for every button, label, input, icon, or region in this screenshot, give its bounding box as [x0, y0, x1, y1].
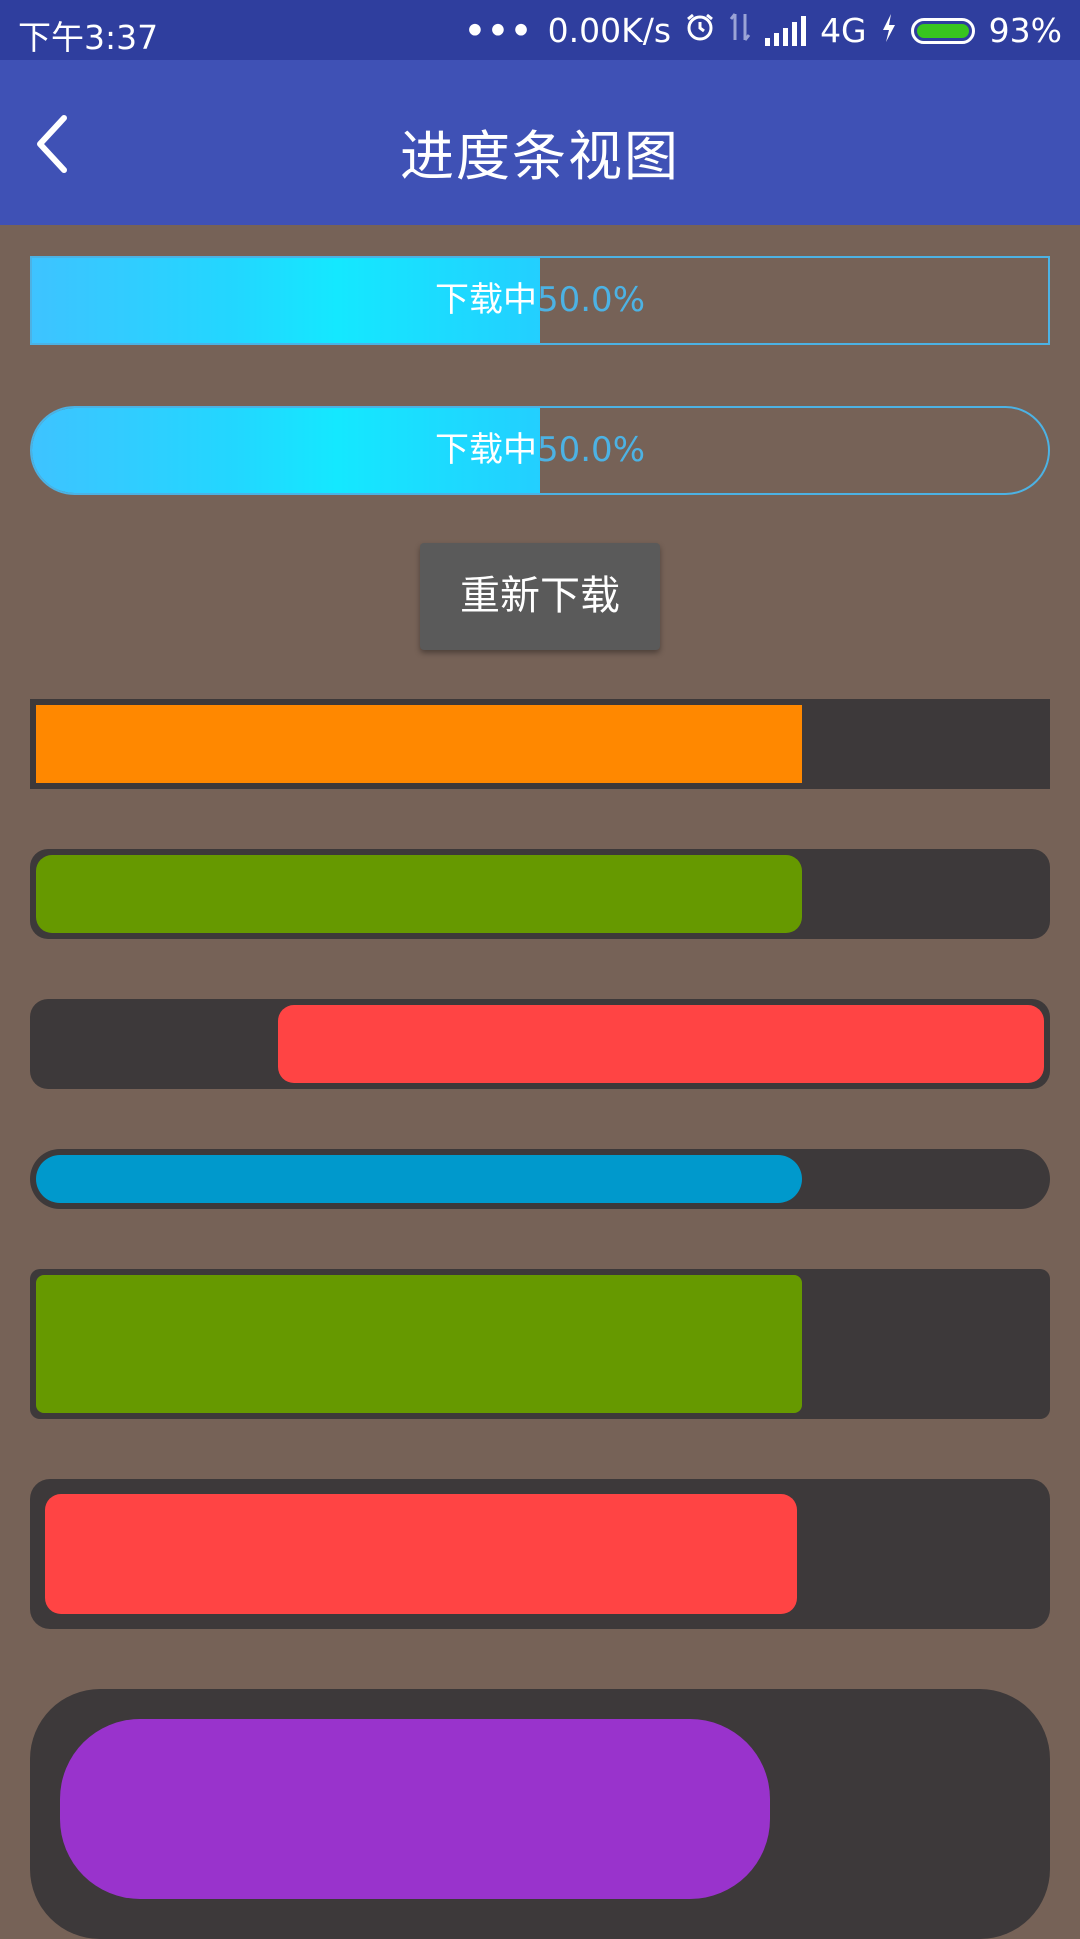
- text-progress-bar-rounded: 下载中50.0%: [30, 406, 1050, 495]
- text-progress-bar-square: 下载中50.0%: [30, 256, 1050, 345]
- charging-icon: [881, 11, 897, 50]
- page-title: 进度条视图: [400, 125, 680, 188]
- progress-bar-purple-large: [30, 1689, 1050, 1939]
- progress-fill-green-tall: [36, 1275, 802, 1413]
- progress-bar-blue-pill: [30, 1149, 1050, 1209]
- progress-fill-red: [278, 1005, 1044, 1083]
- progress-bar-orange: [30, 699, 1050, 789]
- progress-bar-green-tall: [30, 1269, 1050, 1419]
- progress-bar-red-reversed: [30, 999, 1050, 1089]
- status-icons: ••• 0.00K/s 4G 93%: [464, 11, 1062, 50]
- progress-bar-red-padded: [30, 1479, 1050, 1629]
- battery-level: 93%: [988, 11, 1062, 50]
- alarm-icon: [685, 11, 715, 50]
- more-dots-icon: •••: [464, 11, 534, 50]
- progress-fill-green: [36, 855, 802, 933]
- status-time: 下午3:37: [18, 18, 159, 57]
- status-bar: 下午3:37 ••• 0.00K/s 4G 93%: [0, 0, 1080, 60]
- progress-status: 下载中: [434, 280, 537, 320]
- text-progress-label: 下载中50.0%: [32, 408, 1048, 493]
- progress-fill-red-padded: [45, 1494, 797, 1614]
- app-bar: 进度条视图: [0, 60, 1080, 225]
- text-progress-label: 下载中50.0%: [32, 258, 1048, 343]
- progress-bar-green-rounded: [30, 849, 1050, 939]
- redownload-button[interactable]: 重新下载: [420, 543, 660, 650]
- data-transfer-icon: [729, 11, 751, 50]
- battery-icon: [910, 17, 975, 44]
- network-speed: 0.00K/s: [547, 11, 672, 50]
- progress-fill-orange: [36, 705, 802, 783]
- progress-fill-purple: [60, 1719, 770, 1899]
- signal-icon: [765, 15, 807, 46]
- progress-status: 下载中: [434, 430, 537, 470]
- progress-percent: 50.0%: [536, 280, 645, 320]
- progress-fill-blue: [36, 1155, 802, 1203]
- progress-percent: 50.0%: [536, 430, 645, 470]
- network-type: 4G: [820, 11, 867, 50]
